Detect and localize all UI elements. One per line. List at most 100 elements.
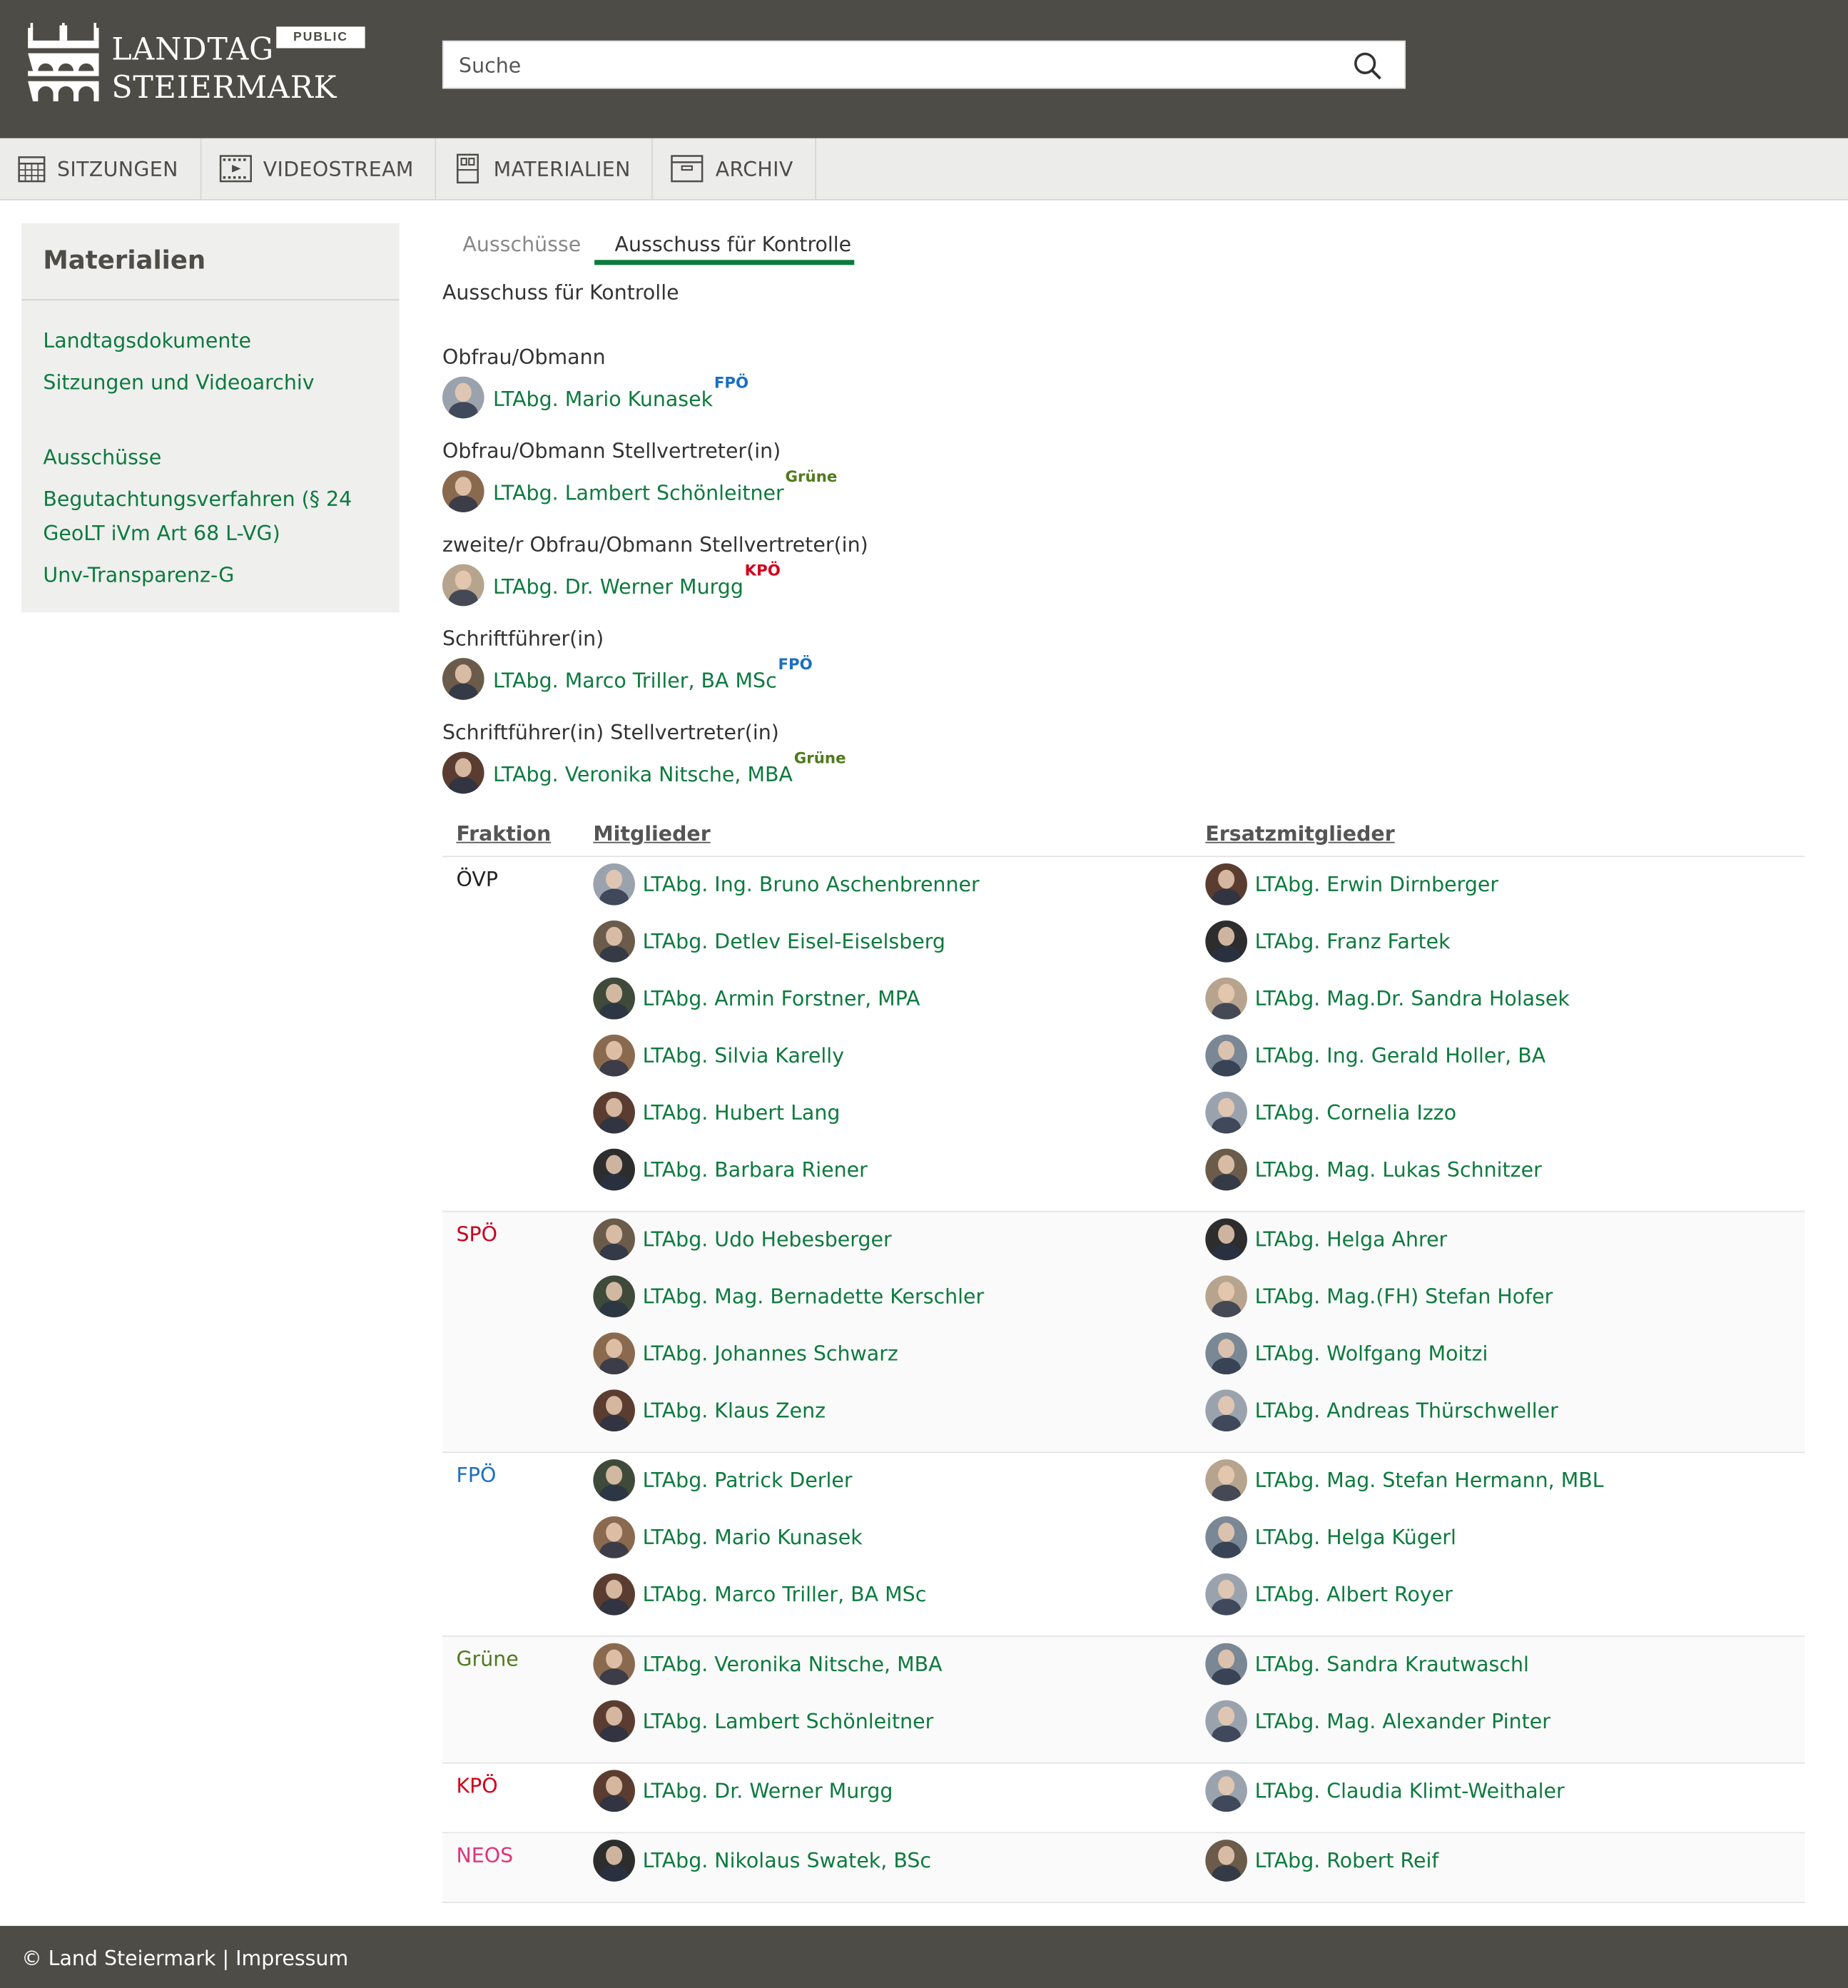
avatar[interactable] [1205,1332,1247,1375]
sidebar-link-landtagsdokumente[interactable]: Landtagsdokumente [43,323,251,357]
avatar[interactable] [1205,1091,1247,1134]
sidebar-link-sitzungen-videoarchiv[interactable]: Sitzungen und Videoarchiv [43,365,314,400]
avatar[interactable] [593,977,635,1020]
col-header-fraktion[interactable]: Fraktion [457,821,552,846]
avatar[interactable] [442,564,484,607]
avatar[interactable] [1205,1840,1247,1882]
member-link[interactable]: LTAbg. Mag.(FH) Stefan Hofer [1255,1284,1553,1309]
member-link[interactable]: LTAbg. Armin Forstner, MPA [643,986,920,1010]
member-link[interactable]: LTAbg. Mag. Alexander Pinter [1255,1709,1550,1733]
member-link[interactable]: LTAbg. Erwin Dirnberger [1255,872,1498,896]
site-logo[interactable]: LANDTAG STEIERMARK PUBLIC [28,22,365,106]
avatar[interactable] [593,1091,635,1134]
member-ersatz: LTAbg. Mag. Stefan Hermann, MBL [1205,1459,1604,1501]
avatar[interactable] [1205,920,1247,963]
avatar[interactable] [1205,1034,1247,1077]
search-icon[interactable] [1354,52,1381,80]
member-link[interactable]: LTAbg. Albert Royer [1255,1582,1453,1606]
avatar[interactable] [593,1840,635,1882]
member-link[interactable]: LTAbg. Mag. Stefan Hermann, MBL [1255,1469,1604,1493]
avatar[interactable] [593,863,635,906]
avatar[interactable] [442,751,484,794]
member-link[interactable]: LTAbg. Lambert Schönleitner [643,1709,934,1733]
member-link[interactable]: LTAbg. Silvia Karelly [643,1043,844,1067]
col-header-ersatzmitglieder[interactable]: Ersatzmitglieder [1205,821,1394,846]
nav-item-archiv[interactable]: ARCHIV [654,138,816,199]
avatar[interactable] [593,1148,635,1191]
search-input[interactable] [443,41,1331,88]
sidebar-link-unv-transparenz[interactable]: Unv-Transparenz-G [43,558,234,592]
member-link[interactable]: LTAbg. Mario Kunasek [643,1525,863,1549]
member-ersatz: LTAbg. Erwin Dirnberger [1205,863,1498,906]
avatar[interactable] [593,1275,635,1318]
sidebar-link-begutachtung-line2[interactable]: GeoLT iVm Art 68 L-VG) [43,516,280,550]
member-link[interactable]: LTAbg. Hubert Lang [643,1100,841,1125]
avatar[interactable] [593,1459,635,1501]
member-link[interactable]: LTAbg. Dr. Werner Murgg [643,1779,893,1803]
member-link[interactable]: LTAbg. Helga Ahrer [1255,1227,1448,1252]
member-link[interactable]: LTAbg. Detlev Eisel-Eiselsberg [643,929,945,953]
member-link[interactable]: LTAbg. Barbara Riener [643,1157,868,1182]
avatar[interactable] [1205,1516,1247,1558]
member-link[interactable]: LTAbg. Andreas Thürschweller [1255,1399,1558,1423]
avatar[interactable] [593,1700,635,1743]
avatar[interactable] [442,376,484,419]
nav-item-sitzungen[interactable]: SITZUNGEN [0,138,201,199]
avatar[interactable] [1205,1700,1247,1743]
footer-impressum-link[interactable]: Impressum [235,1946,348,1970]
member-link[interactable]: LTAbg. Cornelia Izzo [1255,1100,1456,1125]
member-link[interactable]: LTAbg. Mag.Dr. Sandra Holasek [1255,986,1570,1010]
avatar[interactable] [1205,1389,1247,1432]
role-person-link[interactable]: LTAbg. Veronika Nitsche, MBAGrüne [493,749,846,786]
avatar[interactable] [442,470,484,512]
member-link[interactable]: LTAbg. Helga Kügerl [1255,1525,1456,1549]
avatar[interactable] [593,1332,635,1375]
avatar[interactable] [593,1573,635,1616]
avatar[interactable] [593,1643,635,1685]
member-link[interactable]: LTAbg. Franz Fartek [1255,929,1451,953]
tab-ausschuesse[interactable]: Ausschüsse [462,232,581,256]
member-link[interactable]: LTAbg. Marco Triller, BA MSc [643,1582,927,1606]
avatar[interactable] [593,1516,635,1558]
member-link[interactable]: LTAbg. Claudia Klimt-Weithaler [1255,1779,1565,1803]
member-link[interactable]: LTAbg. Ing. Gerald Holler, BA [1255,1043,1546,1067]
nav-item-materialien[interactable]: MATERIALIEN [437,138,654,199]
avatar[interactable] [1205,1148,1247,1191]
avatar[interactable] [593,1389,635,1432]
avatar[interactable] [593,1770,635,1812]
avatar[interactable] [442,658,484,700]
avatar[interactable] [1205,1573,1247,1616]
avatar[interactable] [593,1034,635,1077]
role-person-link[interactable]: LTAbg. Lambert SchönleitnerGrüne [493,467,837,504]
col-header-mitglieder[interactable]: Mitglieder [593,821,710,846]
avatar[interactable] [1205,863,1247,906]
member-link[interactable]: LTAbg. Sandra Krautwaschl [1255,1652,1529,1676]
member-mitglied: LTAbg. Dr. Werner Murgg [593,1770,893,1812]
member-link[interactable]: LTAbg. Patrick Derler [643,1469,853,1493]
role-person-link[interactable]: LTAbg. Marco Triller, BA MScFPÖ [493,655,813,692]
avatar[interactable] [1205,1459,1247,1501]
avatar[interactable] [1205,1275,1247,1318]
role-person-link[interactable]: LTAbg. Mario KunasekFPÖ [493,374,748,411]
member-link[interactable]: LTAbg. Robert Reif [1255,1849,1439,1873]
member-link[interactable]: LTAbg. Wolfgang Moitzi [1255,1342,1488,1366]
member-link[interactable]: LTAbg. Johannes Schwarz [643,1342,898,1366]
tab-ausschuss-kontrolle[interactable]: Ausschuss für Kontrolle [615,232,852,256]
avatar[interactable] [1205,977,1247,1020]
member-link[interactable]: LTAbg. Mag. Lukas Schnitzer [1255,1157,1542,1182]
sidebar-link-ausschuesse[interactable]: Ausschüsse [43,440,161,475]
member-link[interactable]: LTAbg. Veronika Nitsche, MBA [643,1652,943,1676]
avatar[interactable] [1205,1643,1247,1685]
nav-item-videostream[interactable]: VIDEOSTREAM [201,138,437,199]
member-link[interactable]: LTAbg. Klaus Zenz [643,1399,826,1423]
member-link[interactable]: LTAbg. Ing. Bruno Aschenbrenner [643,872,980,896]
member-link[interactable]: LTAbg. Nikolaus Swatek, BSc [643,1849,931,1873]
member-link[interactable]: LTAbg. Mag. Bernadette Kerschler [643,1284,985,1309]
role-person-link[interactable]: LTAbg. Dr. Werner MurggKPÖ [493,562,781,599]
member-link[interactable]: LTAbg. Udo Hebesberger [643,1227,892,1252]
avatar[interactable] [1205,1770,1247,1812]
avatar[interactable] [593,1218,635,1261]
sidebar-link-begutachtung-line1[interactable]: Begutachtungsverfahren (§ 24 [43,482,352,516]
avatar[interactable] [1205,1218,1247,1261]
avatar[interactable] [593,920,635,963]
